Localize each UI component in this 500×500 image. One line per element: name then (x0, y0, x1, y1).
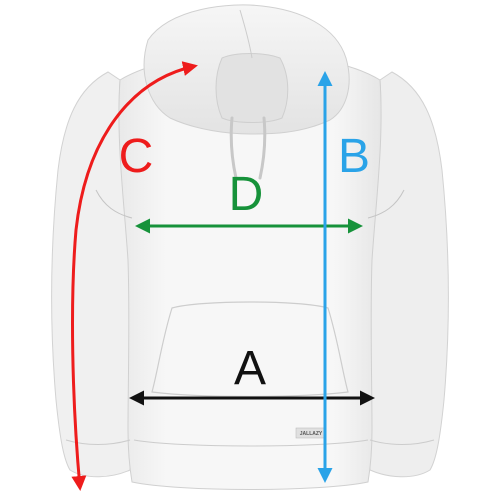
dimension-a-letter: A (234, 342, 266, 395)
dimension-b-letter: B (338, 130, 370, 183)
dimension-c-letter: C (119, 130, 154, 183)
dimension-d-letter: D (229, 168, 264, 221)
hoodie-size-diagram: JALLAZY C B D A (51, 4, 449, 491)
hood-opening (215, 53, 289, 123)
hoodie-illustration: JALLAZY (51, 4, 449, 490)
brand-tag-text: JALLAZY (300, 431, 323, 437)
